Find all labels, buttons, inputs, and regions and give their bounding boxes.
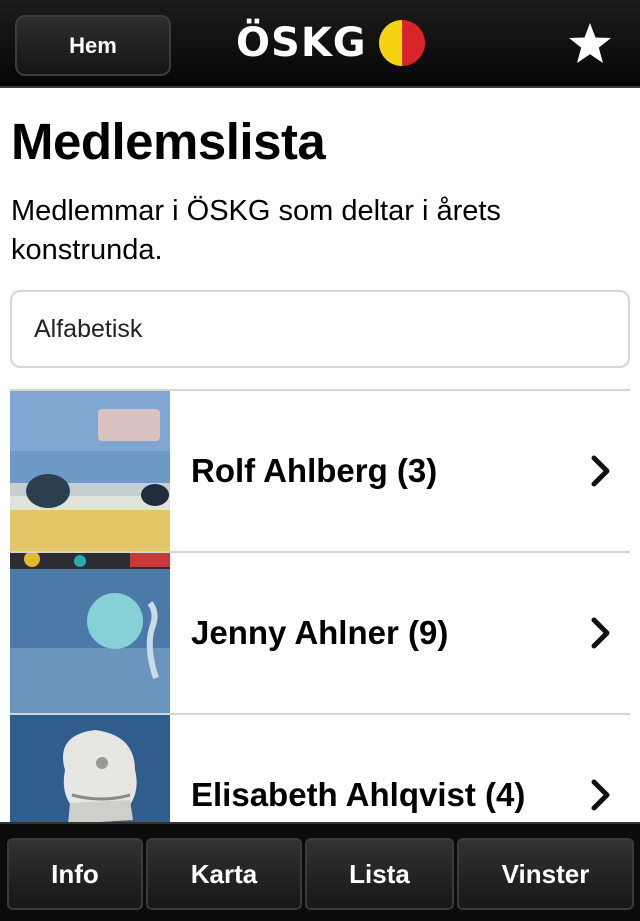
member-row[interactable]: Rolf Ahlberg (3)	[10, 391, 630, 553]
artwork-thumbnail-icon	[10, 391, 170, 551]
member-list: Rolf Ahlberg (3) Jenny Ahlner (9) Elisab…	[10, 389, 630, 823]
member-name: Rolf Ahlberg (3)	[191, 452, 438, 489]
tab-info[interactable]: Info	[7, 838, 143, 910]
tab-lista[interactable]: Lista	[305, 838, 454, 910]
home-button[interactable]: Hem	[15, 15, 171, 76]
app-logo: ÖSKG	[236, 16, 427, 70]
tab-karta[interactable]: Karta	[146, 838, 302, 910]
sort-order-select[interactable]: Alfabetisk	[10, 290, 630, 368]
navigation-bar: Hem ÖSKG	[0, 0, 640, 88]
logo-mark-icon	[378, 20, 425, 66]
tab-bar: Info Karta Lista Vinster	[0, 822, 640, 921]
chevron-right-icon	[591, 779, 610, 811]
member-row[interactable]: Jenny Ahlner (9)	[10, 553, 630, 715]
intro-text: Medlemmar i ÖSKG som deltar i årets kons…	[11, 195, 501, 266]
star-icon[interactable]	[566, 20, 614, 68]
member-row[interactable]: Elisabeth Ahlqvist (4)	[10, 715, 630, 823]
member-name: Jenny Ahlner (9)	[191, 614, 449, 651]
chevron-right-icon	[591, 617, 610, 649]
artwork-thumbnail-icon	[10, 553, 170, 713]
tab-vinster[interactable]: Vinster	[457, 838, 634, 910]
logo-text: ÖSKG	[236, 20, 367, 66]
page-title: Medlemslista	[11, 113, 326, 170]
artwork-thumbnail-icon	[10, 715, 170, 823]
member-name: Elisabeth Ahlqvist (4)	[191, 776, 526, 813]
chevron-right-icon	[591, 455, 610, 487]
